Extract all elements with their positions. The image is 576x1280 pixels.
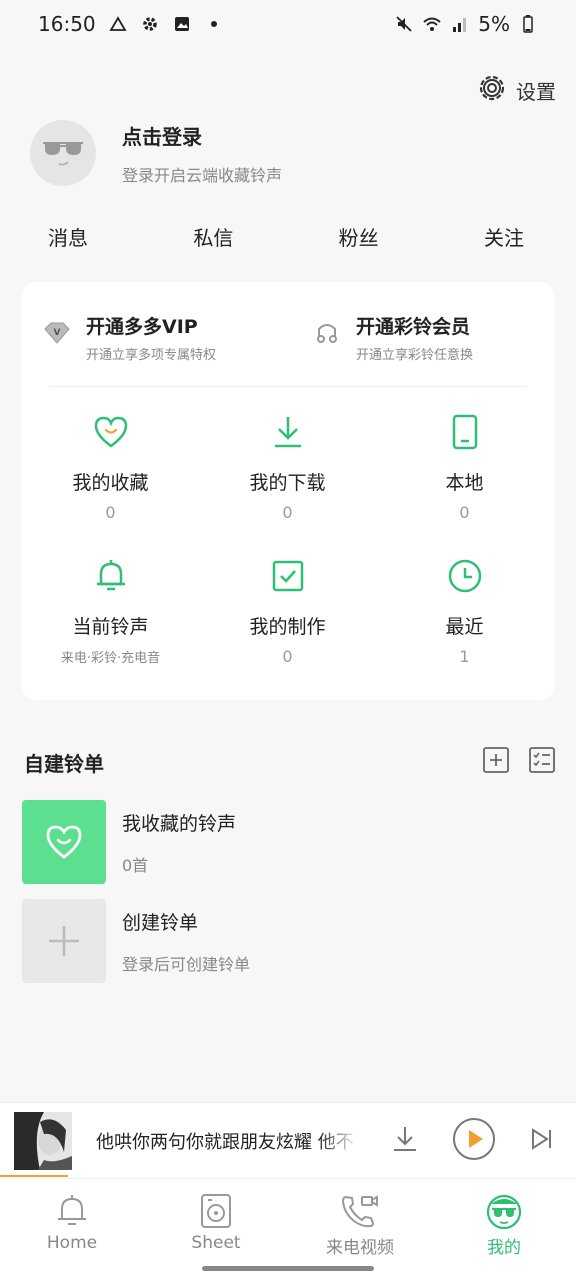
feature-card: V 开通多多VIP 开通立享多项专属特权 开通彩铃会员 开通立享彩铃任意换 我的… [22,282,554,700]
playlist-item-create[interactable]: 创建铃单 登录后可创建铃单 [22,899,250,983]
grid-count: 0 [282,647,293,666]
vip-title: 开通多多VIP [86,316,198,338]
next-track-icon[interactable] [530,1127,554,1155]
profile-icon [484,1191,524,1231]
tab-label: 来电视频 [326,1238,394,1258]
signal-icon [450,14,470,34]
grid-item-recent[interactable]: 最近 1 [376,556,553,666]
fans-link[interactable]: 粉丝 [339,222,379,251]
disc-icon [196,1191,236,1231]
messages-link[interactable]: 消息 [48,222,88,251]
profile-login[interactable]: 点击登录 登录开启云端收藏铃声 [30,120,282,186]
home-indicator [0,1258,576,1280]
tab-sheet[interactable]: Sheet [144,1179,288,1258]
playlist-header: 自建铃单 [24,746,556,778]
notification-icon [108,14,128,34]
caller-ring-promo[interactable]: 开通彩铃会员 开通立享彩铃任意换 [312,312,473,363]
settings-button[interactable]: 设置 [476,72,556,109]
dot-icon [204,14,224,34]
download-icon[interactable] [392,1125,418,1157]
tab-call-video[interactable]: 来电视频 [288,1179,432,1258]
battery-icon [518,14,538,34]
grid-count: 0 [282,503,293,522]
caller-ring-subtitle: 开通立享彩铃任意换 [356,348,474,363]
playback-progress [0,1175,68,1177]
grid-item-downloads[interactable]: 我的下载 0 [199,412,376,522]
gear-icon [140,14,160,34]
bell-icon [52,1191,92,1231]
battery-percent: 5% [478,12,510,36]
grid-label: 本地 [445,472,484,494]
grid-count: 0 [459,503,470,522]
grid-label: 我的下载 [249,472,326,494]
add-playlist-icon[interactable] [482,746,510,778]
tab-home[interactable]: Home [0,1179,144,1258]
checkbox-icon [268,556,308,596]
grid-label: 我的收藏 [72,472,149,494]
heart-icon [46,825,82,859]
playlist-thumb [22,899,106,983]
gear-icon [476,72,508,109]
login-title[interactable]: 点击登录 [122,121,282,150]
following-link[interactable]: 关注 [484,222,524,251]
status-time: 16:50 [38,12,96,36]
vip-subtitle: 开通立享多项专属特权 [86,348,217,363]
grid-count: 0 [105,503,116,522]
caller-ring-title: 开通彩铃会员 [356,316,471,338]
image-icon [172,14,192,34]
play-button[interactable] [452,1117,496,1165]
grid-label: 当前铃声 [72,616,149,638]
social-row: 消息 私信 粉丝 关注 [0,222,576,251]
login-subtitle: 登录开启云端收藏铃声 [122,165,283,185]
settings-label: 设置 [516,80,556,104]
playlist-meta: 0首 [122,855,149,875]
grid-item-local[interactable]: 本地 0 [376,412,553,522]
sunglasses-avatar-icon [43,142,83,166]
mini-player[interactable]: 他哄你两句你就跟朋友炫耀 他不 [0,1102,576,1178]
grid-label: 最近 [445,616,484,638]
grid-item-current-ringtone[interactable]: 当前铃声 来电·彩铃·充电音 [22,556,199,666]
bell-icon [91,556,131,596]
grid-subtitle: 来电·彩铃·充电音 [60,651,161,666]
avatar[interactable] [30,120,96,186]
playlist-name: 我收藏的铃声 [122,812,237,835]
playlist-meta: 登录后可创建铃单 [122,954,251,974]
grid-item-creations[interactable]: 我的制作 0 [199,556,376,666]
tab-label: 我的 [487,1238,521,1258]
private-messages-link[interactable]: 私信 [193,222,233,251]
diamond-icon: V [42,318,72,348]
playlist-item-favorites[interactable]: 我收藏的铃声 0首 [22,800,236,884]
svg-text:V: V [54,328,61,338]
mute-icon [394,14,414,34]
vip-promo[interactable]: V 开通多多VIP 开通立享多项专属特权 [42,312,216,363]
grid-label: 我的制作 [249,616,326,638]
wifi-icon [422,14,442,34]
divider [50,386,526,387]
playlist-section-title: 自建铃单 [24,751,104,776]
bottom-tab-bar: Home Sheet 来电视频 我的 [0,1178,576,1258]
tab-mine[interactable]: 我的 [432,1179,576,1258]
clock-icon [445,556,485,596]
grid-count: 1 [459,647,470,666]
home-bar[interactable] [202,1266,374,1271]
playlist-name: 创建铃单 [122,911,199,934]
tab-label: Home [46,1233,98,1253]
album-cover[interactable] [14,1111,72,1170]
tab-label: Sheet [191,1233,241,1253]
phone-icon [445,412,485,452]
now-playing-title[interactable]: 他哄你两句你就跟朋友炫耀 他不 [96,1128,358,1154]
playlist-thumb [22,800,106,884]
download-icon [268,412,308,452]
status-bar: 16:50 5% [0,0,576,48]
plus-icon [49,926,79,956]
manage-playlist-icon[interactable] [528,746,556,778]
phone-video-icon [340,1191,380,1231]
grid-item-favorites[interactable]: 我的收藏 0 [22,412,199,522]
music-note-icon [312,318,342,348]
heart-icon [91,412,131,452]
